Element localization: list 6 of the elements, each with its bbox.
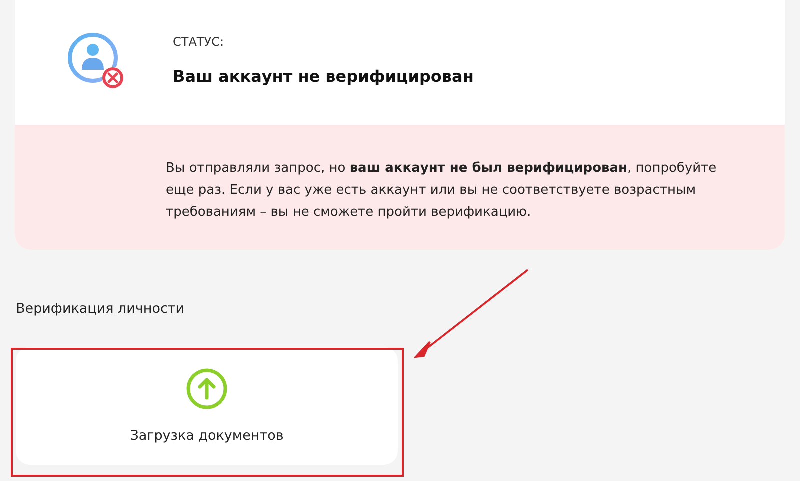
upload-card[interactable]: Загрузка документов <box>16 347 398 465</box>
section-title: Верификация личности <box>16 301 186 317</box>
status-message: Вы отправляли запрос, но ваш аккаунт не был верифицирован, попробуйте еще раз. Если у вас уже есть аккаунт или вы не соответствуете возрастным требованиям – вы не сможете пройти верификацию. <box>166 160 718 222</box>
status-label: СТАТУС: <box>173 35 225 49</box>
upload-icon <box>186 368 228 410</box>
status-title: Ваш аккаунт не верифицирован <box>173 67 474 86</box>
